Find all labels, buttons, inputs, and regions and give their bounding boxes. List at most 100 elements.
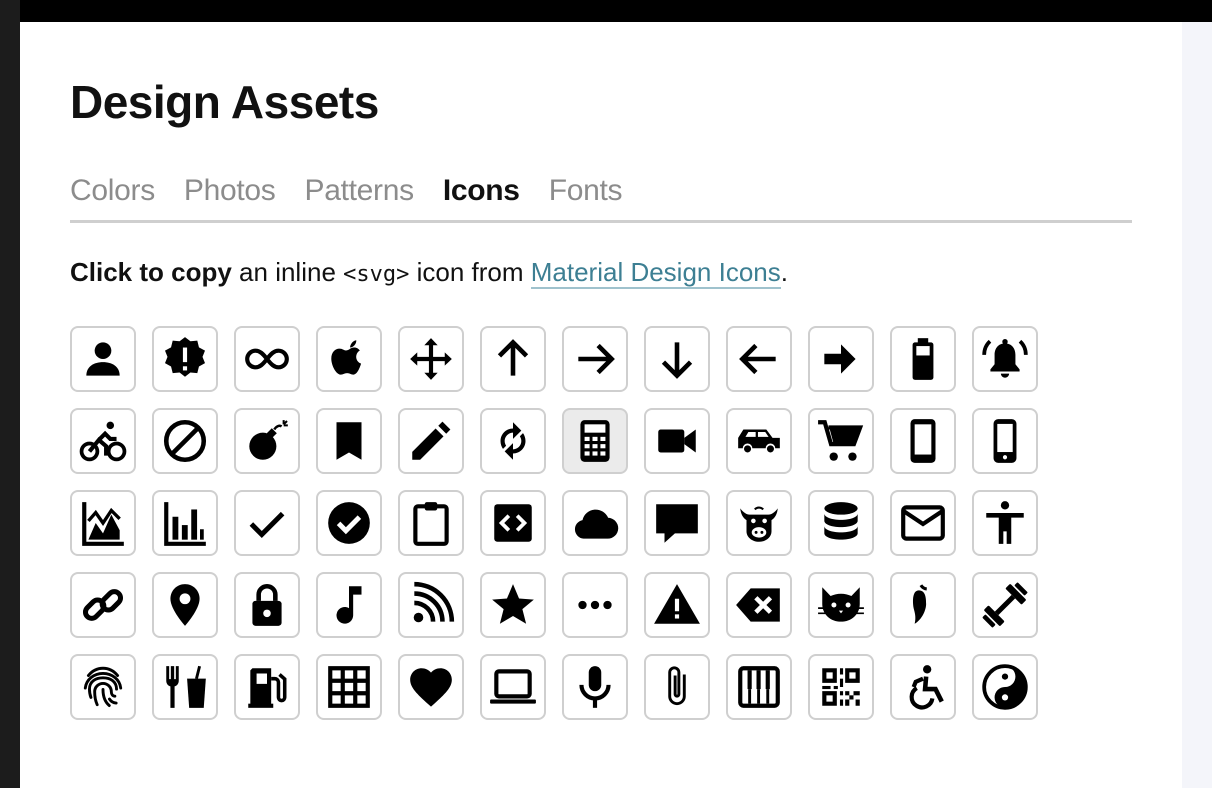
- cat-icon-button[interactable]: [808, 572, 874, 638]
- bomb-icon-button[interactable]: [234, 408, 300, 474]
- svg-code-snippet: <svg>: [343, 262, 410, 287]
- dots-horizontal-icon: [578, 600, 612, 610]
- wheelchair-icon: [909, 665, 944, 710]
- tab-colors[interactable]: Colors: [70, 167, 155, 215]
- autorenew-icon-button[interactable]: [480, 408, 546, 474]
- rss-icon-button[interactable]: [398, 572, 464, 638]
- car-icon: [738, 429, 780, 453]
- cat-icon: [818, 587, 864, 622]
- lock-icon-button[interactable]: [234, 572, 300, 638]
- email-icon: [901, 505, 945, 541]
- check-icon-button[interactable]: [234, 490, 300, 556]
- cart-icon-button[interactable]: [808, 408, 874, 474]
- database-icon-button[interactable]: [808, 490, 874, 556]
- cancel-icon-button[interactable]: [152, 408, 218, 474]
- check-circle-icon-button[interactable]: [316, 490, 382, 556]
- icon-grid: [70, 326, 1038, 720]
- bookmark-icon-button[interactable]: [316, 408, 382, 474]
- calculator-icon-button[interactable]: [562, 408, 628, 474]
- chart-bar-icon-button[interactable]: [152, 490, 218, 556]
- clipboard-icon-button[interactable]: [398, 490, 464, 556]
- arrow-right-icon-button[interactable]: [562, 326, 628, 392]
- laptop-icon: [490, 669, 536, 704]
- app-header-backdrop: [0, 0, 1212, 22]
- qrcode-icon-button[interactable]: [808, 654, 874, 720]
- bike-icon-button[interactable]: [70, 408, 136, 474]
- food-icon-button[interactable]: [152, 654, 218, 720]
- chart-areaspline-icon-button[interactable]: [70, 490, 136, 556]
- cellphone-iphone-icon: [993, 419, 1017, 463]
- map-marker-icon-button[interactable]: [152, 572, 218, 638]
- tab-photos[interactable]: Photos: [184, 167, 276, 215]
- dumbbell-icon-button[interactable]: [972, 572, 1038, 638]
- paperclip-icon: [668, 666, 686, 706]
- pencil-icon: [412, 421, 451, 460]
- star-icon-button[interactable]: [480, 572, 546, 638]
- tab-icons[interactable]: Icons: [443, 167, 520, 215]
- grid-icon-button[interactable]: [316, 654, 382, 720]
- map-marker-icon: [170, 584, 200, 626]
- pencil-icon-button[interactable]: [398, 408, 464, 474]
- heart-icon: [410, 668, 452, 707]
- fingerprint-icon-button[interactable]: [70, 654, 136, 720]
- code-braces-box-icon-button[interactable]: [480, 490, 546, 556]
- car-icon-button[interactable]: [726, 408, 792, 474]
- material-design-icons-link[interactable]: Material Design Icons: [530, 257, 781, 289]
- bomb-icon: [249, 420, 288, 460]
- cloud-icon-button[interactable]: [562, 490, 628, 556]
- video-icon: [658, 429, 696, 453]
- arrow-left-icon-button[interactable]: [726, 326, 792, 392]
- tab-patterns[interactable]: Patterns: [305, 167, 415, 215]
- dots-horizontal-icon-button[interactable]: [562, 572, 628, 638]
- arrow-right-bold-icon-button[interactable]: [808, 326, 874, 392]
- gas-station-icon-button[interactable]: [234, 654, 300, 720]
- cellphone-icon-button[interactable]: [890, 408, 956, 474]
- arrow-up-icon-button[interactable]: [480, 326, 546, 392]
- tab-fonts[interactable]: Fonts: [549, 167, 623, 215]
- music-note-icon-button[interactable]: [316, 572, 382, 638]
- arrow-left-icon: [739, 343, 776, 375]
- rss-icon: [413, 581, 455, 623]
- chart-bar-icon: [164, 502, 206, 546]
- arrow-right-bold-icon: [824, 344, 856, 374]
- design-assets-modal: Design Assets Colors Photos Patterns Ico…: [20, 22, 1182, 788]
- chart-areaspline-icon: [82, 502, 124, 546]
- arrow-all-icon-button[interactable]: [398, 326, 464, 392]
- human-icon-button[interactable]: [972, 490, 1038, 556]
- cancel-icon: [163, 419, 207, 463]
- account-icon-button[interactable]: [70, 326, 136, 392]
- battery-icon-button[interactable]: [890, 326, 956, 392]
- page-backdrop: [1182, 22, 1212, 788]
- microphone-icon: [579, 666, 611, 708]
- comment-icon-button[interactable]: [644, 490, 710, 556]
- infinity-icon: [245, 348, 289, 370]
- backspace-icon-button[interactable]: [726, 572, 792, 638]
- paperclip-icon-button[interactable]: [644, 654, 710, 720]
- wheelchair-icon-button[interactable]: [890, 654, 956, 720]
- cow-icon-button[interactable]: [726, 490, 792, 556]
- link-icon-button[interactable]: [70, 572, 136, 638]
- laptop-icon-button[interactable]: [480, 654, 546, 720]
- bell-ring-icon-button[interactable]: [972, 326, 1038, 392]
- cart-icon: [818, 420, 864, 461]
- piano-icon-button[interactable]: [726, 654, 792, 720]
- microphone-icon-button[interactable]: [562, 654, 628, 720]
- cellphone-iphone-icon-button[interactable]: [972, 408, 1038, 474]
- email-icon-button[interactable]: [890, 490, 956, 556]
- chili-icon-button[interactable]: [890, 572, 956, 638]
- infinity-icon-button[interactable]: [234, 326, 300, 392]
- heart-icon-button[interactable]: [398, 654, 464, 720]
- link-icon: [82, 589, 124, 621]
- apple-icon-button[interactable]: [316, 326, 382, 392]
- apple-icon: [331, 340, 362, 375]
- alert-icon-button[interactable]: [644, 572, 710, 638]
- code-braces-box-icon: [494, 504, 532, 542]
- video-icon-button[interactable]: [644, 408, 710, 474]
- arrow-down-icon: [661, 342, 693, 379]
- alert-decagram-icon-button[interactable]: [152, 326, 218, 392]
- qrcode-icon: [822, 668, 860, 706]
- arrow-up-icon: [497, 339, 529, 376]
- grid-icon: [328, 666, 370, 708]
- arrow-down-icon-button[interactable]: [644, 326, 710, 392]
- yin-yang-icon-button[interactable]: [972, 654, 1038, 720]
